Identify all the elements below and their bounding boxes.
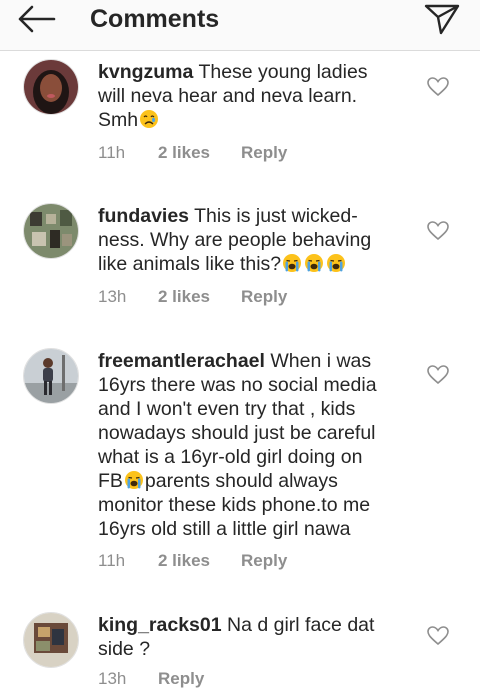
- loudly-crying-face-emoji: [327, 254, 346, 272]
- page-title: Comments: [90, 5, 220, 33]
- comment-text: kvngzuma These young ladies will neva he…: [98, 61, 368, 131]
- arrow-left-icon[interactable]: [16, 5, 56, 33]
- loudly-crying-face-emoji: [305, 254, 324, 272]
- like-heart-icon[interactable]: [427, 221, 449, 241]
- crying-face-emoji: [140, 110, 159, 128]
- like-heart-icon[interactable]: [427, 77, 449, 97]
- like-heart-icon[interactable]: [427, 365, 449, 385]
- comment-text: king_racks01 Na d girl face dat side ?: [98, 614, 375, 660]
- reply-button[interactable]: Reply: [241, 287, 287, 307]
- likes-count[interactable]: 2 likes: [158, 287, 210, 307]
- comment-username[interactable]: fundavies: [98, 205, 189, 227]
- comment-time: 11h: [98, 551, 126, 570]
- avatar[interactable]: [23, 59, 79, 115]
- comment-username[interactable]: freemantlerachael: [98, 350, 265, 372]
- avatar[interactable]: [23, 203, 79, 259]
- paper-plane-icon[interactable]: [423, 2, 461, 36]
- like-heart-icon[interactable]: [427, 626, 449, 646]
- comment-text: fundavies This is just wicked- ness. Why…: [98, 205, 372, 275]
- avatar[interactable]: [23, 348, 79, 404]
- reply-button[interactable]: Reply: [158, 669, 204, 689]
- comment-time: 11h: [98, 143, 126, 162]
- loudly-crying-face-emoji: [283, 254, 302, 272]
- comment-username[interactable]: kvngzuma: [98, 61, 193, 83]
- likes-count[interactable]: 2 likes: [158, 551, 210, 571]
- reply-button[interactable]: Reply: [241, 143, 287, 163]
- comment-text: freemantlerachael When i was 16yrs there…: [98, 350, 377, 540]
- comment-time: 13h: [98, 669, 127, 688]
- avatar[interactable]: [23, 612, 79, 668]
- likes-count[interactable]: 2 likes: [158, 143, 210, 163]
- loudly-crying-face-emoji: [124, 471, 143, 489]
- comment-time: 13h: [98, 287, 127, 306]
- header-bar: Comments: [0, 0, 480, 51]
- comment-username[interactable]: king_racks01: [98, 614, 222, 636]
- reply-button[interactable]: Reply: [241, 551, 287, 571]
